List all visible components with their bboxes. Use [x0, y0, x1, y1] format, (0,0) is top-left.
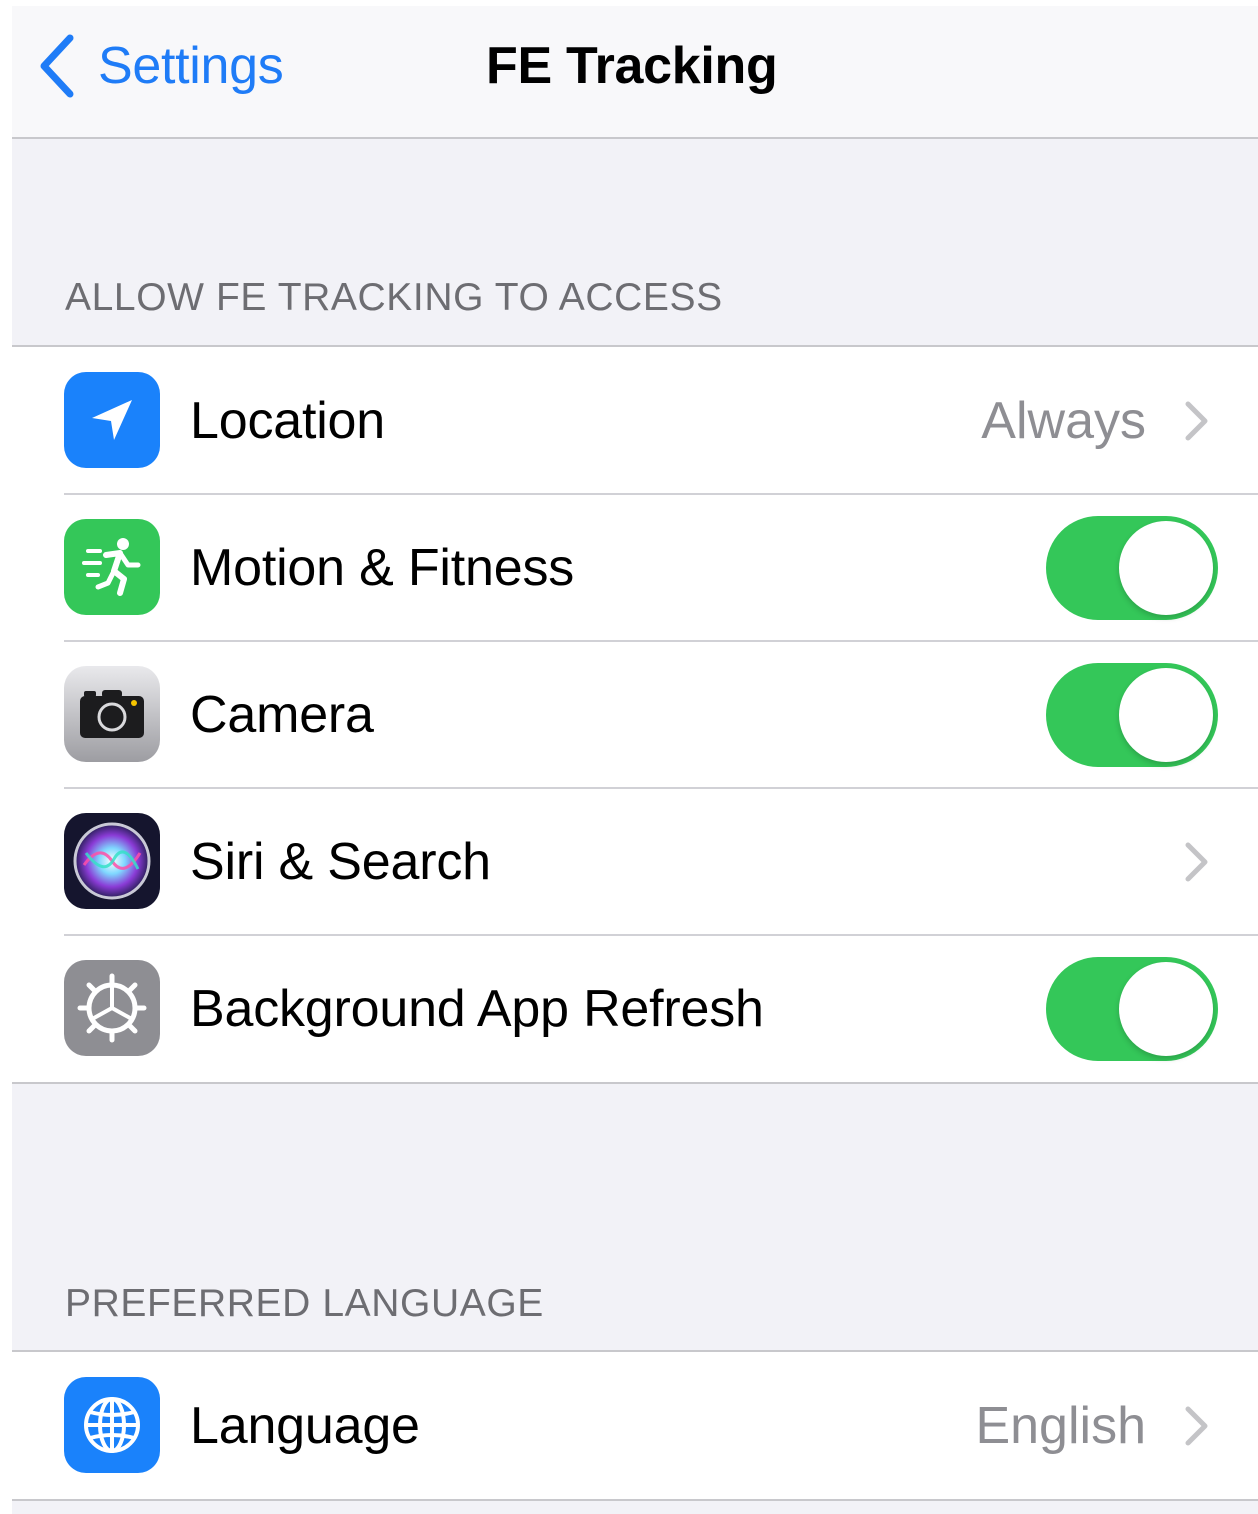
access-permissions-group: Location Always Motion & Fitness Camera … — [12, 345, 1258, 1084]
gear-icon — [64, 960, 160, 1056]
page-title: FE Tracking — [486, 37, 778, 95]
motion-fitness-row: Motion & Fitness — [12, 493, 1258, 641]
chevron-right-icon — [1185, 401, 1208, 441]
motion-fitness-toggle[interactable] — [1046, 516, 1218, 620]
camera-label: Camera — [190, 685, 374, 744]
toggle-knob — [1119, 521, 1213, 615]
section-header-access: ALLOW FE TRACKING TO ACCESS — [65, 276, 723, 319]
language-row[interactable]: Language English — [12, 1352, 1258, 1499]
background-app-refresh-label: Background App Refresh — [190, 979, 764, 1038]
background-app-refresh-toggle[interactable] — [1046, 957, 1218, 1061]
location-row[interactable]: Location Always — [12, 347, 1258, 494]
language-value: English — [975, 1396, 1146, 1455]
camera-toggle[interactable] — [1046, 663, 1218, 767]
chevron-left-icon — [40, 34, 74, 98]
section-header-language: PREFERRED LANGUAGE — [65, 1282, 544, 1325]
background-app-refresh-row: Background App Refresh — [12, 934, 1258, 1082]
chevron-right-icon — [1185, 1406, 1208, 1446]
siri-search-label: Siri & Search — [190, 832, 491, 891]
back-button[interactable]: Settings — [36, 28, 284, 104]
location-arrow-icon — [64, 372, 160, 468]
siri-icon — [64, 813, 160, 909]
location-label: Location — [190, 391, 385, 450]
motion-fitness-label: Motion & Fitness — [190, 538, 575, 597]
back-button-label: Settings — [98, 37, 284, 95]
chevron-right-icon — [1185, 842, 1208, 882]
running-figure-icon — [64, 519, 160, 615]
language-label: Language — [190, 1396, 420, 1455]
toggle-knob — [1119, 668, 1213, 762]
settings-screen: Settings FE Tracking ALLOW FE TRACKING T… — [12, 6, 1258, 1514]
navigation-bar: Settings FE Tracking — [12, 6, 1258, 139]
location-value: Always — [981, 391, 1146, 450]
globe-icon — [64, 1377, 160, 1473]
siri-search-row[interactable]: Siri & Search — [12, 787, 1258, 935]
camera-icon — [64, 666, 160, 762]
toggle-knob — [1119, 962, 1213, 1056]
camera-row: Camera — [12, 640, 1258, 788]
language-group: Language English — [12, 1350, 1258, 1501]
